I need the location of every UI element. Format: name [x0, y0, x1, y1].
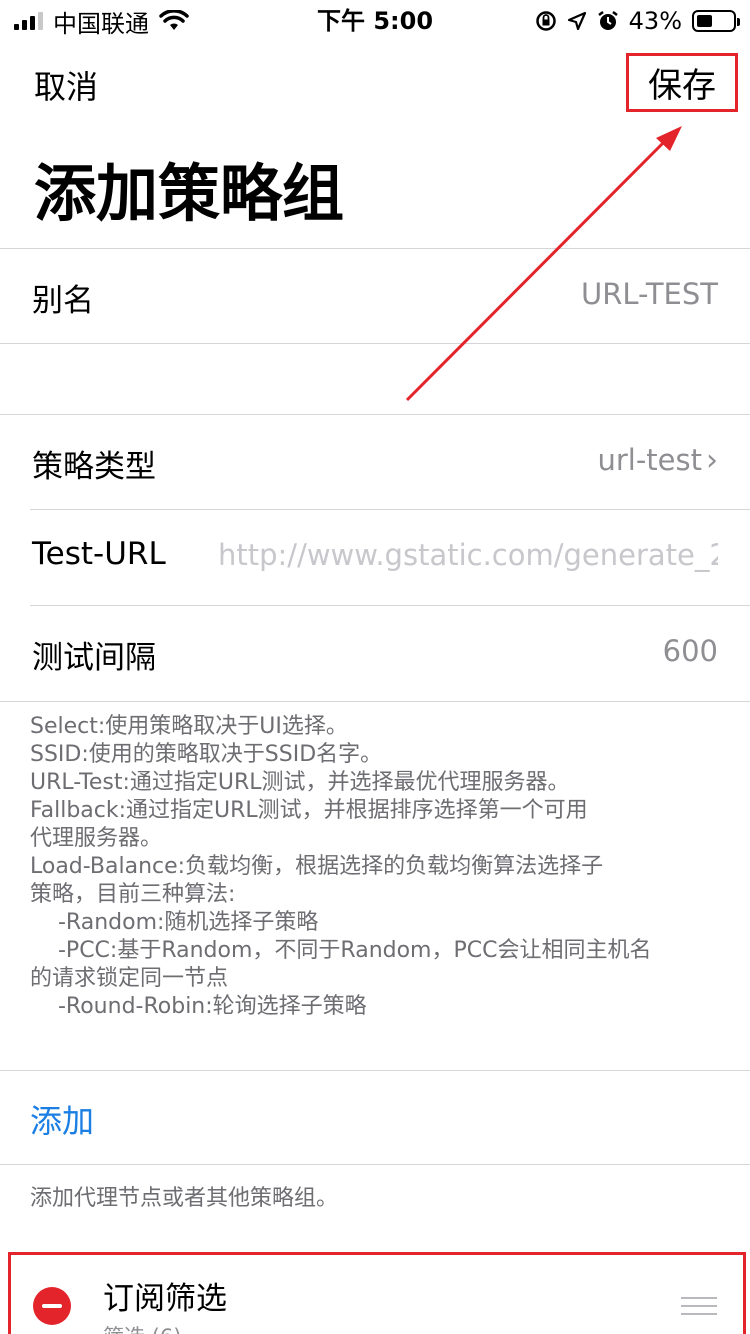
status-right: 43%	[535, 6, 740, 36]
policy-item-title: 订阅筛选	[103, 1281, 227, 1317]
divider	[0, 1070, 750, 1071]
delete-icon[interactable]	[33, 1287, 71, 1325]
add-policy-button[interactable]: 添加	[30, 1096, 94, 1142]
test-url-row[interactable]: Test-URL http://www.gstatic.com/generate…	[0, 510, 750, 604]
policy-type-row[interactable]: 策略类型 url-test ›	[0, 415, 750, 509]
divider	[0, 1164, 750, 1165]
divider	[0, 701, 750, 702]
add-footer-note: 添加代理节点或者其他策略组。	[30, 1186, 339, 1211]
alias-field[interactable]: URL-TEST	[581, 277, 718, 311]
save-button-label: 保存	[648, 66, 716, 106]
policy-type-label: 策略类型	[32, 449, 156, 485]
location-icon	[567, 11, 586, 31]
orientation-lock-icon	[535, 11, 556, 31]
test-url-label: Test-URL	[32, 536, 166, 572]
interval-label: 测试间隔	[32, 640, 156, 676]
policy-type-value: url-test	[597, 443, 702, 477]
interval-field[interactable]: 600	[663, 634, 718, 668]
battery-fill	[697, 15, 712, 27]
page-title: 添加策略组	[34, 157, 345, 230]
test-url-field[interactable]: http://www.gstatic.com/generate_20	[218, 538, 718, 572]
policy-list-item[interactable]: 订阅筛选 筛选 (6)	[8, 1252, 746, 1334]
battery-icon	[692, 10, 740, 32]
battery-percent: 43%	[628, 7, 682, 35]
cancel-button[interactable]: 取消	[34, 62, 98, 108]
divider	[0, 343, 750, 344]
chevron-right-icon: ›	[706, 443, 718, 478]
policy-type-value-wrap: url-test ›	[597, 443, 718, 478]
policy-item-subtitle: 筛选 (6)	[103, 1321, 181, 1334]
drag-handle-icon[interactable]	[681, 1297, 717, 1321]
alarm-icon	[597, 11, 618, 30]
save-button[interactable]: 保存	[626, 53, 738, 112]
alias-row[interactable]: 别名 URL-TEST	[0, 249, 750, 343]
alias-label: 别名	[32, 283, 94, 319]
interval-row[interactable]: 测试间隔 600	[0, 606, 750, 700]
status-bar: 中国联通 下午 5:00 43%	[0, 0, 750, 40]
policy-type-description: Select:使用策略取决于UI选择。 SSID:使用的策略取决于SSID名字。…	[30, 714, 652, 1019]
